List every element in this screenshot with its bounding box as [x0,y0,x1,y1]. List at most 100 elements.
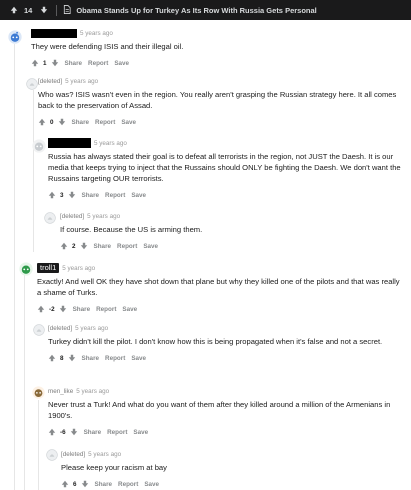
share-button[interactable]: Share [82,192,100,199]
comment-text: Please keep your racism at bay [61,463,167,472]
downvote-icon[interactable] [80,242,88,250]
comment-score: -6 [60,428,66,436]
comment-actions: 0 Share Report Save [38,118,400,126]
share-button[interactable]: Share [84,429,102,436]
downvote-icon[interactable] [40,6,48,14]
avatar[interactable] [19,262,33,276]
share-button[interactable]: Share [72,119,90,126]
upvote-icon[interactable] [48,428,56,436]
comment-author[interactable]: [deleted] [48,325,72,332]
share-button[interactable]: Share [94,243,112,250]
share-button[interactable]: Share [82,355,100,362]
comment-actions: -2 Share Report Save [37,305,401,313]
upvote-icon[interactable] [60,242,68,250]
comment-actions: 3 Share Report Save [48,191,401,199]
report-button[interactable]: Report [96,306,116,313]
upvote-icon[interactable] [10,6,18,14]
comment-score: -2 [49,305,55,313]
save-button[interactable]: Save [131,355,146,362]
upvote-icon[interactable] [38,118,46,126]
upvote-icon[interactable] [61,480,69,488]
save-button[interactable]: Save [133,429,148,436]
document-icon [63,4,71,16]
comment-timestamp: 5 years ago [62,264,96,272]
avatar[interactable] [44,211,56,224]
post-score: 14 [24,5,33,15]
downvote-icon[interactable] [70,428,78,436]
redacted-username [48,138,91,148]
comment: [deleted] 5 years ago If course. Because… [60,211,400,250]
report-button[interactable]: Report [117,243,137,250]
avatar[interactable] [33,323,45,336]
save-button[interactable]: Save [121,119,136,126]
post-title[interactable]: Obama Stands Up for Turkey As Its Row Wi… [76,6,316,15]
comment: [deleted] 5 years ago Please keep your r… [61,449,400,488]
downvote-icon[interactable] [68,191,76,199]
comment-timestamp: 5 years ago [87,212,121,220]
comment: [deleted] 5 years ago Who was? ISIS wasn… [38,76,400,126]
save-button[interactable]: Save [114,60,129,67]
comment-timestamp: 5 years ago [75,324,109,332]
avatar[interactable] [26,77,38,90]
comment-actions: 2 Share Report Save [60,242,400,250]
upvote-icon[interactable] [37,305,45,313]
comment-actions: 8 Share Report Save [48,354,400,362]
thread-line[interactable] [24,274,25,490]
redacted-username [31,28,77,38]
downvote-icon[interactable] [59,305,67,313]
comment-author[interactable]: [deleted] [60,213,84,220]
thread-line[interactable] [38,400,39,490]
avatar[interactable] [46,448,58,461]
upvote-icon[interactable] [31,59,39,67]
report-button[interactable]: Report [107,429,127,436]
comment-text: Exactly! And well OK they have shot down… [37,277,400,297]
report-button[interactable]: Report [105,355,125,362]
comment-author[interactable]: [deleted] [38,78,62,85]
avatar[interactable] [32,139,46,153]
save-button[interactable]: Save [122,306,137,313]
comment-actions: 1 Share Report Save [31,59,401,67]
comment-score: 2 [72,242,76,250]
report-button[interactable]: Report [95,119,115,126]
comment-author[interactable]: men_like [48,388,73,395]
save-button[interactable]: Save [131,192,146,199]
comment-text: Never trust a Turk! And what do you want… [48,400,391,420]
thread-line[interactable] [33,90,34,252]
downvote-icon[interactable] [58,118,66,126]
comment-text: If course. Because the US is arming them… [60,225,203,234]
avatar[interactable] [8,30,22,44]
comment-score: 3 [60,191,64,199]
comment-author[interactable]: [deleted] [61,451,85,458]
comment-actions: 6 Share Report Save [61,480,400,488]
comment: 5 years ago Russia has always stated the… [48,138,401,199]
comment-text: Russia has always stated their goal is t… [48,152,401,183]
avatar[interactable] [32,386,45,399]
save-button[interactable]: Save [144,481,159,488]
save-button[interactable]: Save [143,243,158,250]
report-button[interactable]: Report [105,192,125,199]
report-button[interactable]: Report [118,481,138,488]
comment-text: Who was? ISIS wasn't even in the region.… [38,90,397,110]
comment-timestamp: 5 years ago [94,139,127,147]
comment: [deleted] 5 years ago Turkey didn't kill… [48,323,400,362]
downvote-icon[interactable] [51,59,59,67]
comment-actions: -6 Share Report Save [48,428,400,436]
comment-timestamp: 5 years ago [65,77,99,85]
comment-timestamp: 5 years ago [80,29,113,37]
comment-score: 8 [60,354,64,362]
comment-score: 1 [43,59,47,67]
comment-text: They were defending ISIS and their illeg… [31,42,184,51]
report-button[interactable]: Report [88,60,108,67]
downvote-icon[interactable] [68,354,76,362]
comment-author[interactable]: troll1 [37,263,60,273]
thread-line[interactable] [14,44,15,490]
comment: troll1 5 years ago Exactly! And well OK … [37,263,401,313]
share-button[interactable]: Share [65,60,83,67]
share-button[interactable]: Share [73,306,91,313]
upvote-icon[interactable] [48,354,56,362]
comment-text: Turkey didn't kill the pilot. I don't kn… [48,337,383,346]
share-button[interactable]: Share [95,481,113,488]
downvote-icon[interactable] [81,480,89,488]
comment: 5 years ago They were defending ISIS and… [31,28,401,67]
upvote-icon[interactable] [48,191,56,199]
